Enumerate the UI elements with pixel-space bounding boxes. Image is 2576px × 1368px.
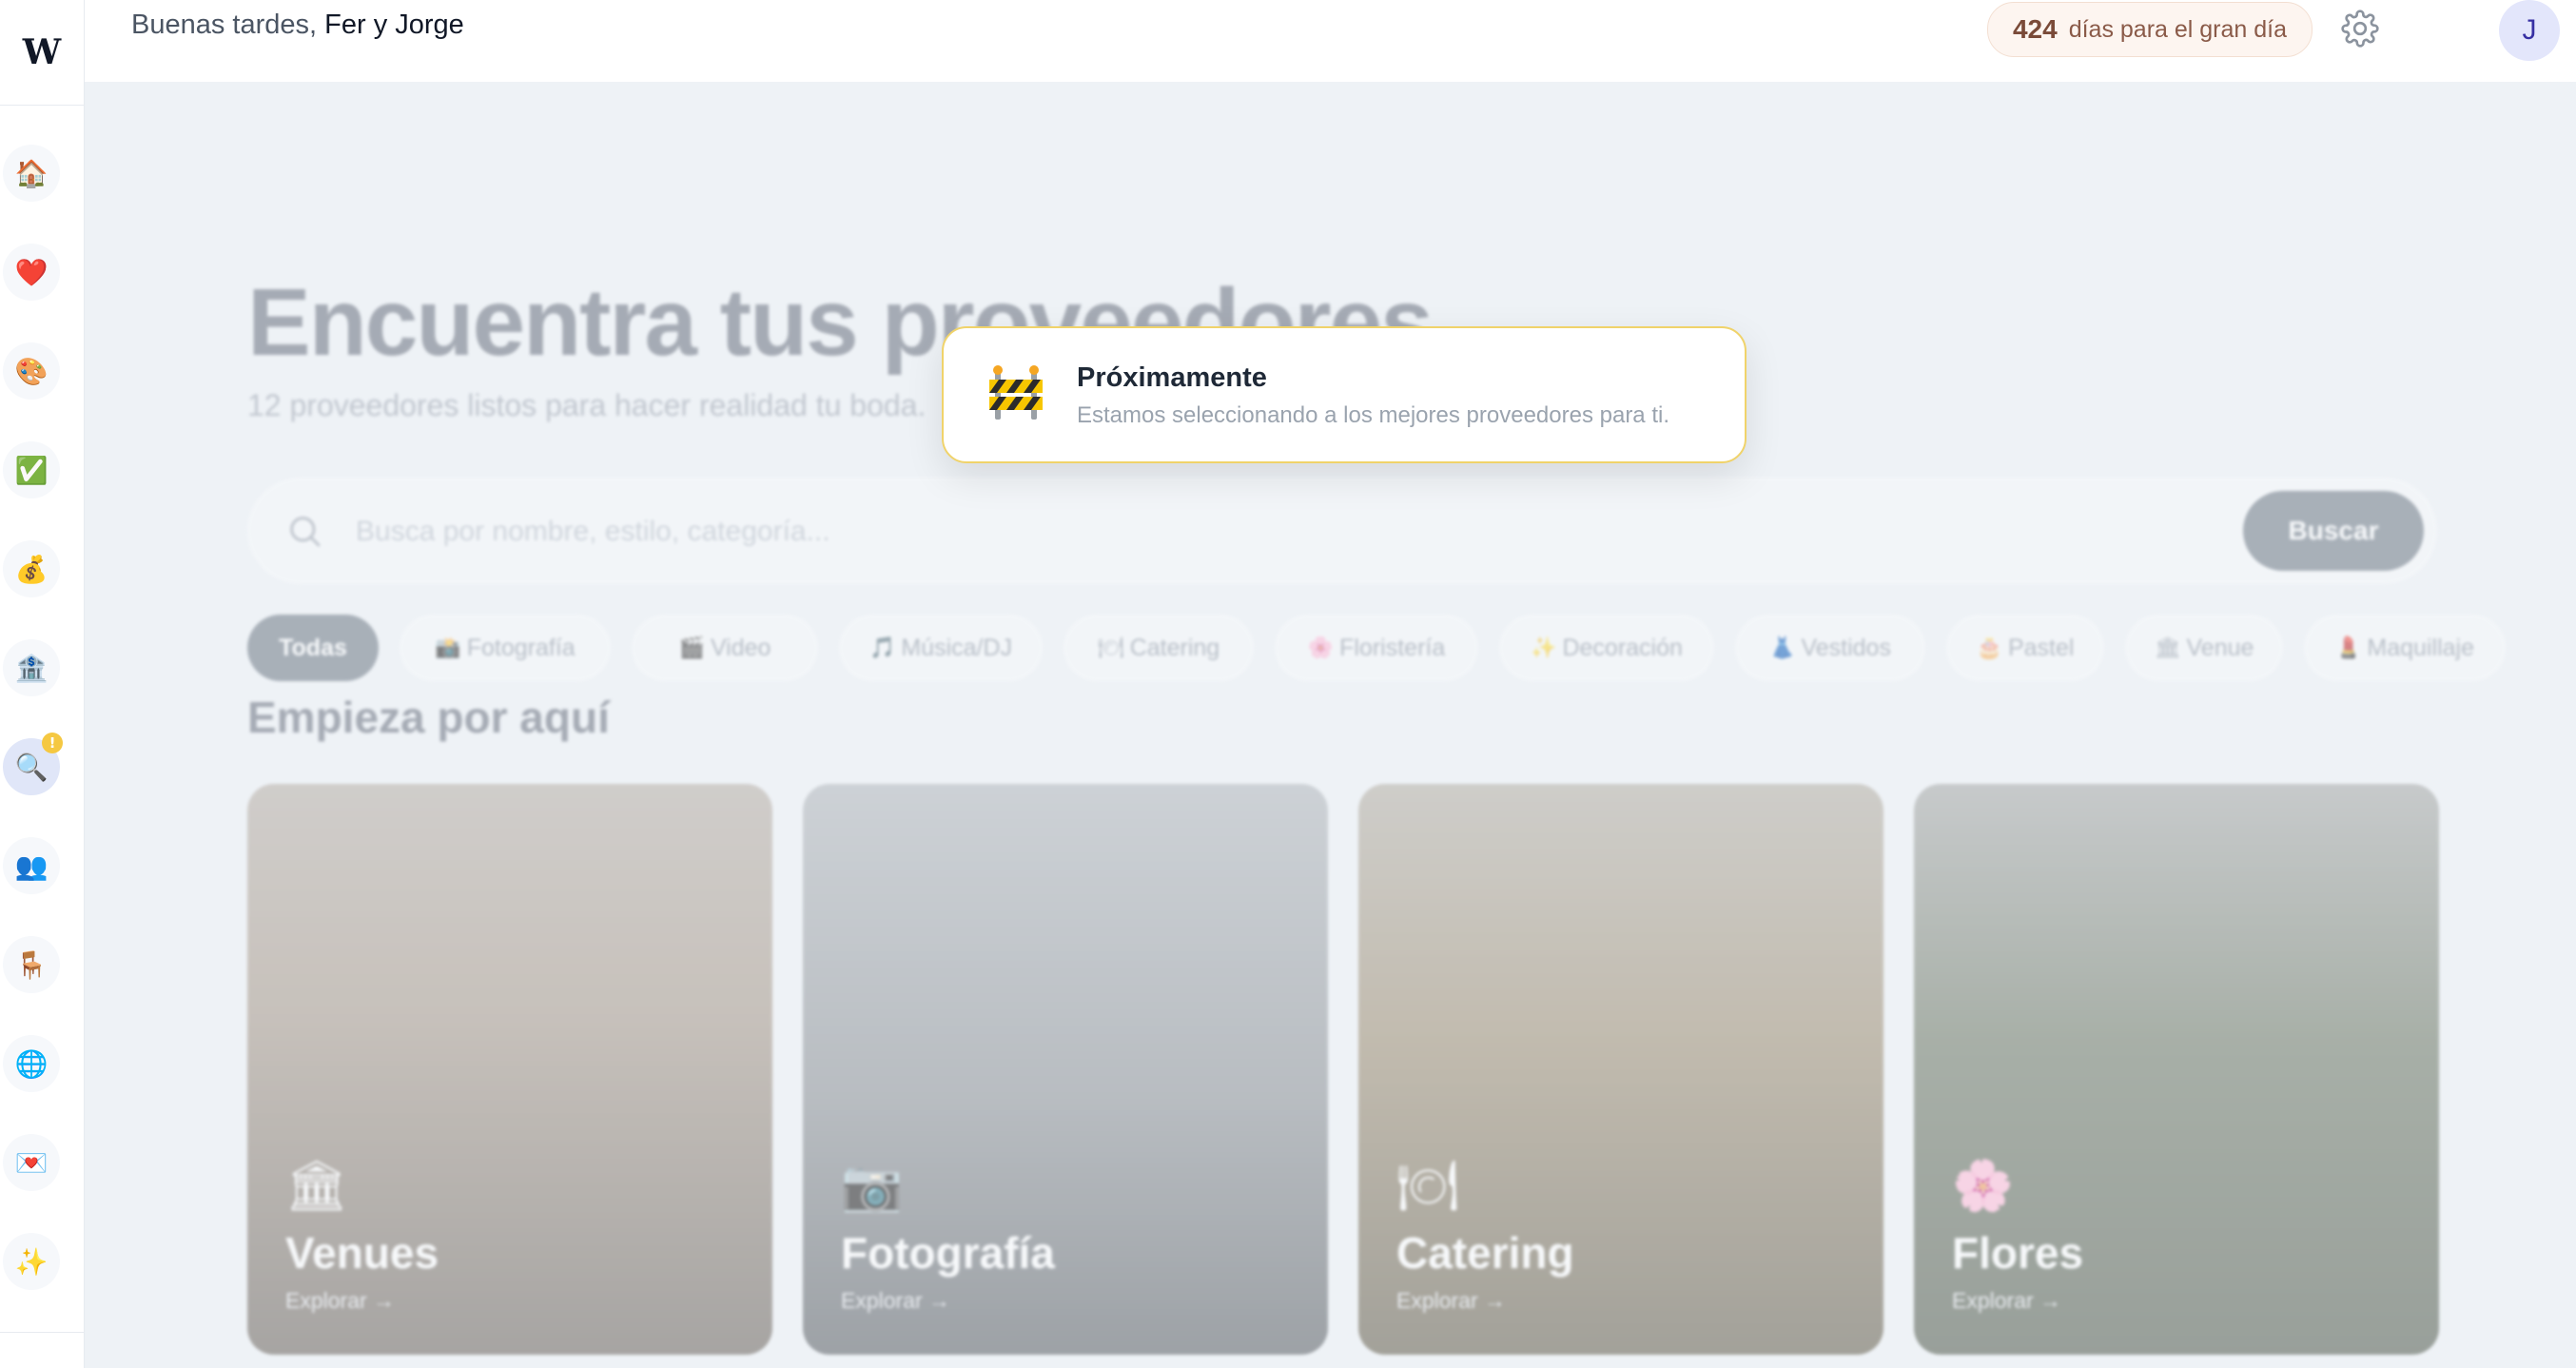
search-icon — [290, 517, 321, 547]
nav-website[interactable]: 🌐 — [3, 1035, 60, 1092]
nav-invitations[interactable]: 💌 — [3, 1134, 60, 1191]
category-card-catering[interactable]: 🍽 Catering Explorar → — [1358, 784, 1883, 1355]
nav-vendors[interactable]: 🔍 ! — [3, 733, 63, 795]
chip-music[interactable]: 🎵 Música/DJ — [839, 615, 1043, 681]
chip-makeup[interactable]: 💄 Maquillaje — [2304, 615, 2506, 681]
category-card-venues[interactable]: 🏛 Venues Explorar → — [247, 784, 772, 1355]
chip-photography[interactable]: 📸 Fotografía — [400, 615, 611, 681]
heart-icon: ❤️ — [14, 256, 49, 288]
cake-icon: 🎂 — [1976, 635, 2002, 660]
chip-catering[interactable]: 🍽 Catering — [1064, 615, 1254, 681]
chip-dresses[interactable]: 👗 Vestidos — [1735, 615, 1925, 681]
chip-cake[interactable]: 🎂 Pastel — [1946, 615, 2104, 681]
card-explore-link[interactable]: Explorar → — [1396, 1288, 1506, 1314]
globe-icon: 🌐 — [14, 1047, 49, 1080]
chip-venue[interactable]: 🏛 Venue — [2125, 615, 2283, 681]
blossom-icon: 🌸 — [1307, 635, 1335, 660]
countdown-number: 424 — [2012, 14, 2058, 44]
checkmark-icon: ✅ — [14, 454, 49, 486]
top-header: Buenas tardes, Fer y Jorge 424 días para… — [85, 0, 2576, 82]
nav-design[interactable]: 🎨 — [3, 342, 60, 400]
card-title: Fotografía — [841, 1228, 1055, 1278]
house-icon: 🏠 — [14, 157, 49, 189]
chip-decoration[interactable]: ✨ Decoración — [1499, 615, 1714, 681]
category-card-flowers[interactable]: 🌸 Flores Explorar → — [1914, 784, 2439, 1355]
search-button[interactable]: Buscar — [2243, 491, 2424, 571]
sparkles-icon: ✨ — [1531, 635, 1557, 660]
palette-icon: 🎨 — [14, 355, 49, 387]
chair-icon: 🪑 — [14, 948, 49, 981]
greeting: Buenas tardes, Fer y Jorge — [131, 10, 464, 41]
sidebar: W 🏠 ❤️ 🎨 ✅ 💰 🏦 🔍 ! 👥 🪑 🌐 💌 ✨ — [0, 0, 85, 1368]
chip-all[interactable]: Todas — [247, 615, 379, 681]
love-letter-icon: 💌 — [14, 1146, 49, 1179]
coming-soon-toast: Próximamente Estamos seleccionando a los… — [942, 326, 1747, 463]
card-title: Flores — [1952, 1228, 2084, 1278]
nav-budget[interactable]: 💰 — [3, 540, 60, 597]
countdown-text: días para el gran día — [2068, 15, 2288, 43]
blossom-icon: 🌸 — [1952, 1158, 2014, 1215]
plate-icon: 🍽 — [1396, 1158, 1460, 1215]
search-bar: Buscar — [247, 478, 2437, 584]
app-logo[interactable]: W — [0, 0, 84, 106]
lipstick-icon: 💄 — [2335, 635, 2362, 660]
music-note-icon: 🎵 — [868, 635, 896, 660]
notification-badge: ! — [42, 733, 63, 753]
section-title: Empieza por aquí — [247, 693, 610, 742]
card-title: Catering — [1396, 1228, 1574, 1278]
people-icon: 👥 — [14, 850, 49, 882]
dress-icon: 👗 — [1769, 635, 1796, 660]
chip-video[interactable]: 🎬 Video — [632, 615, 818, 681]
card-explore-link[interactable]: Explorar → — [841, 1288, 950, 1314]
toast-title: Próximamente — [1077, 362, 1267, 393]
plate-icon: 🍽 — [1097, 635, 1124, 660]
card-title: Venues — [285, 1228, 439, 1278]
avatar[interactable]: J — [2499, 0, 2560, 61]
classical-building-icon: 🏛 — [2154, 635, 2181, 660]
nav-tasks[interactable]: ✅ — [3, 441, 60, 498]
couple-names: Fer y Jorge — [324, 10, 464, 40]
construction-barrier-icon — [989, 365, 1043, 420]
bank-icon: 🏦 — [14, 652, 49, 684]
camera-icon: 📷 — [841, 1158, 903, 1215]
nav-seating[interactable]: 🪑 — [3, 936, 60, 993]
nav-home[interactable]: 🏠 — [3, 145, 60, 202]
nav-guests[interactable]: 👥 — [3, 837, 60, 894]
page-subtitle: 12 proveedores listos para hacer realida… — [247, 388, 927, 422]
nav-favorites[interactable]: ❤️ — [3, 244, 60, 301]
countdown-badge: 424 días para el gran día — [1987, 2, 2313, 57]
search-input[interactable] — [354, 506, 2165, 557]
classical-building-icon: 🏛 — [285, 1158, 349, 1215]
toast-message: Estamos seleccionando a los mejores prov… — [1077, 402, 1669, 428]
card-explore-link[interactable]: Explorar → — [1952, 1288, 2061, 1314]
chip-floristry[interactable]: 🌸 Floristería — [1275, 615, 1478, 681]
camera-icon: 📸 — [435, 635, 461, 660]
category-card-photography[interactable]: 📷 Fotografía Explorar → — [803, 784, 1328, 1355]
magnifier-icon: 🔍 — [14, 751, 49, 783]
greeting-prefix: Buenas tardes, — [131, 10, 318, 40]
category-filters: Todas 📸 Fotografía 🎬 Video 🎵 Música/DJ 🍽 Cat… — [247, 615, 2506, 681]
nav-bank[interactable]: 🏦 — [3, 639, 60, 696]
money-bag-icon: 💰 — [14, 553, 49, 585]
sparkles-icon: ✨ — [14, 1245, 49, 1278]
clapper-icon: 🎬 — [678, 635, 705, 660]
nav-extras[interactable]: ✨ — [3, 1233, 60, 1290]
card-explore-link[interactable]: Explorar → — [285, 1288, 395, 1314]
gear-icon[interactable] — [2341, 10, 2379, 48]
sidebar-divider — [0, 1332, 84, 1333]
